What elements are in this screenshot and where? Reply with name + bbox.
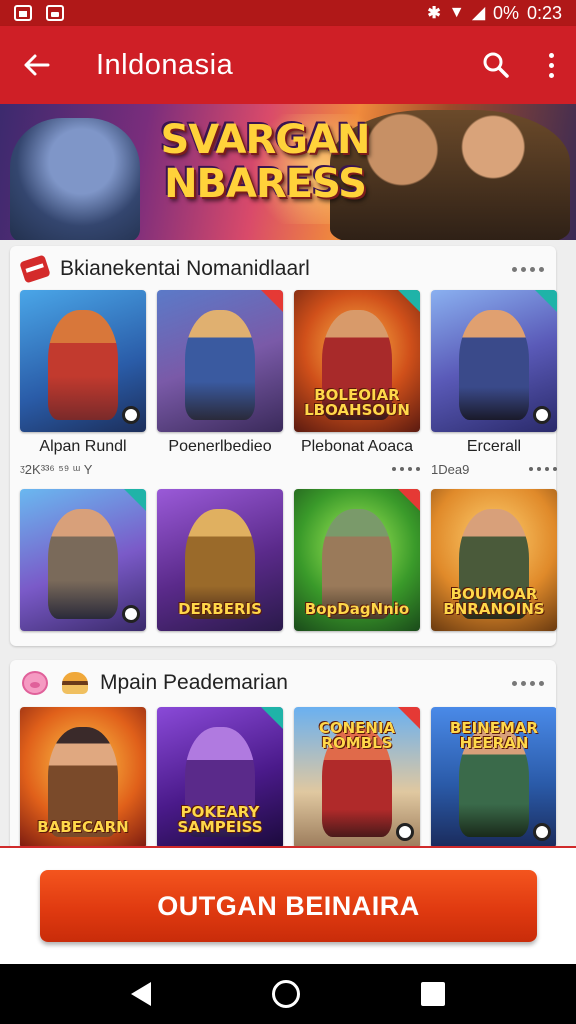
tile-badge-icon: [533, 406, 551, 424]
game-name: Ercerall: [466, 438, 522, 455]
tile-logo-text: BopDagNnio: [304, 600, 410, 618]
section-title: Bkianekentai Nomanidlaarl: [60, 257, 310, 280]
nav-home-icon[interactable]: [271, 980, 300, 1008]
page-title: Inldonasia: [96, 48, 234, 81]
game-section-1: Bkianekentai Nomanidlaarl BOLEOIAR LBOAH…: [10, 246, 557, 646]
game-sub: [157, 460, 283, 478]
clock: 0:23: [526, 2, 562, 23]
game-more-icon[interactable]: [392, 467, 420, 471]
search-icon: [483, 52, 509, 78]
section-header: Mpain Peademarian: [10, 660, 556, 706]
game-tile[interactable]: BOLEOIAR LBOAHSOUN: [294, 290, 420, 432]
back-button[interactable]: [0, 26, 72, 104]
status-bar: ✱ ▼ ◢ 0% 0:23: [0, 0, 576, 26]
game-label[interactable]: Ercerall 1Dea9: [431, 438, 557, 478]
game-sub: 1Dea9: [431, 460, 557, 478]
wifi-icon: ▼: [448, 4, 465, 21]
game-grid-row: BOLEOIAR LBOAHSOUN: [20, 290, 557, 432]
game-more-icon[interactable]: [529, 467, 557, 471]
tile-logo-text: POKEARY SAMPEISS: [177, 803, 263, 836]
tile-corner-tag: [261, 290, 283, 312]
section-book-icon: [19, 254, 51, 284]
hero-banner[interactable]: SVARGAN NBARESS: [0, 104, 576, 240]
game-tile[interactable]: [20, 290, 146, 432]
tile-corner-tag: [535, 290, 557, 312]
tile-badge-icon: [396, 823, 414, 841]
game-name: Poenerlbedieo: [168, 438, 272, 455]
game-tile[interactable]: BopDagNnio: [294, 489, 420, 631]
game-labels-row: Alpan Rundl ᶾ2K³³⁶ ⁵⁹ ᵚ Y Poenerlbedieo …: [20, 438, 557, 478]
banner-title-line2: NBARESS: [164, 161, 367, 207]
game-tile[interactable]: POKEARY SAMPEISS: [157, 707, 283, 849]
game-sub: [294, 460, 420, 478]
game-meta: ᶾ2K³³⁶ ⁵⁹ ᵚ Y: [20, 461, 93, 477]
tile-logo-text: BOLEOIAR LBOAHSOUN: [304, 386, 410, 419]
tile-badge-icon: [122, 605, 140, 623]
primary-cta-button[interactable]: OUTGAN BEINAIRA: [40, 870, 537, 942]
game-grid-row: DERBERIS BopDagNnio BOUMOAR BNRANOINS: [20, 489, 557, 631]
section-burger-icon: [62, 672, 88, 694]
battery-level: 0%: [492, 2, 519, 23]
section-pig-icon: [22, 671, 48, 695]
game-sub: ᶾ2K³³⁶ ⁵⁹ ᵚ Y: [20, 460, 146, 478]
cta-area: OUTGAN BEINAIRA: [0, 846, 576, 964]
section-more-button[interactable]: [512, 266, 544, 272]
section-title: Mpain Peademarian: [100, 671, 288, 694]
bluetooth-icon: ✱: [427, 5, 441, 22]
wolf-character-art: [10, 118, 140, 240]
tile-corner-tag: [398, 290, 420, 312]
game-label[interactable]: Poenerlbedieo: [157, 438, 283, 478]
tile-logo-text: BOUMOAR BNRANOINS: [443, 585, 545, 618]
tile-logo-text: CONENIA ROMBLS: [318, 719, 396, 752]
nav-back-icon[interactable]: [130, 982, 151, 1006]
tile-logo-text: BABECARN: [37, 818, 129, 836]
banner-title: SVARGAN NBARESS: [155, 118, 375, 206]
game-meta: 1Dea9: [431, 461, 470, 477]
nav-recents-icon[interactable]: [421, 982, 446, 1006]
tile-badge-icon: [122, 406, 140, 424]
game-tile[interactable]: [157, 290, 283, 432]
arrow-back-icon: [24, 54, 50, 76]
game-tile[interactable]: BABECARN: [20, 707, 146, 849]
game-tile[interactable]: CONENIA ROMBLS: [294, 707, 420, 849]
tile-corner-tag: [124, 489, 146, 511]
game-tile[interactable]: BOUMOAR BNRANOINS: [431, 489, 557, 631]
notification-home-icon: [14, 5, 32, 21]
section-header: Bkianekentai Nomanidlaarl: [10, 246, 556, 292]
search-button[interactable]: [466, 26, 526, 104]
signal-icon: ◢: [472, 5, 485, 22]
game-name: Plebonat Aoaca: [300, 438, 414, 455]
game-label[interactable]: Plebonat Aoaca: [294, 438, 420, 478]
app-bar: Inldonasia: [0, 26, 576, 104]
game-tile[interactable]: [431, 290, 557, 432]
section-more-button[interactable]: [512, 680, 544, 686]
game-grid-row: BABECARN POKEARY SAMPEISS CONENIA ROMBLS…: [20, 707, 556, 849]
game-tile[interactable]: BEINEMAR HEERAN: [431, 707, 556, 849]
game-tile[interactable]: DERBERIS: [157, 489, 283, 631]
game-name: Alpan Rundl: [39, 438, 127, 455]
banner-title-line1: SVARGAN: [160, 117, 370, 163]
tile-corner-tag: [261, 707, 283, 729]
tile-logo-text: BEINEMAR HEERAN: [449, 719, 539, 752]
game-section-2: Mpain Peademarian BABECARN POKEARY SAMPE…: [10, 660, 556, 850]
system-nav-bar: [0, 964, 576, 1024]
notification-image-icon: [46, 5, 64, 21]
more-vert-icon: [548, 52, 554, 78]
tile-badge-icon: [533, 823, 551, 841]
overflow-menu-button[interactable]: [526, 26, 576, 104]
tile-logo-text: DERBERIS: [178, 600, 262, 618]
game-tile[interactable]: [20, 489, 146, 631]
tile-corner-tag: [398, 489, 420, 511]
game-label[interactable]: Alpan Rundl ᶾ2K³³⁶ ⁵⁹ ᵚ Y: [20, 438, 146, 478]
